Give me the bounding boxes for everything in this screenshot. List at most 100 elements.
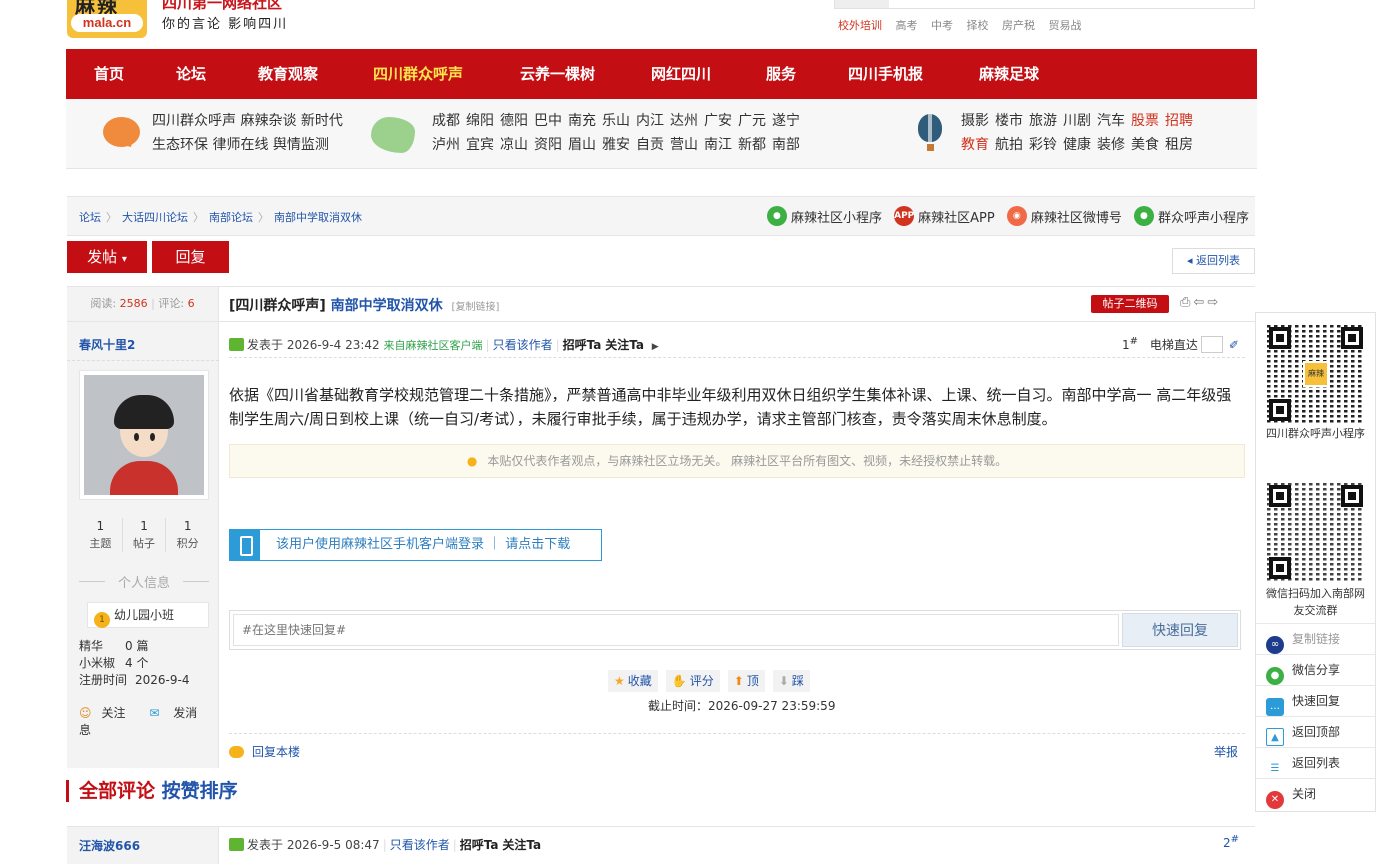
follow-author-link[interactable]: 关注Ta bbox=[502, 838, 541, 852]
city-link[interactable]: 营山 bbox=[670, 137, 698, 153]
new-post-button[interactable]: 发帖 ▾ bbox=[67, 241, 147, 273]
forum-links-row[interactable]: 生态环保 律师在线 舆情监测 bbox=[152, 133, 343, 157]
nav-mobile-news[interactable]: 四川手机报 bbox=[848, 49, 923, 99]
nav-football[interactable]: 麻辣足球 bbox=[979, 49, 1039, 99]
city-link[interactable]: 广元 bbox=[738, 113, 766, 129]
city-link[interactable]: 成都 bbox=[432, 113, 460, 129]
follow-author-link[interactable]: 关注Ta bbox=[605, 338, 644, 352]
hot-link[interactable]: 贸易战 bbox=[1049, 19, 1082, 32]
only-author-link[interactable]: 只看该作者 bbox=[493, 338, 553, 352]
breadcrumb-item[interactable]: 大话四川论坛 bbox=[122, 211, 188, 224]
upvote-button[interactable]: ⬆ 顶 bbox=[727, 670, 765, 692]
city-link[interactable]: 宜宾 bbox=[466, 137, 494, 153]
rail-copy-link[interactable]: ∞ 复制链接 bbox=[1256, 623, 1375, 654]
rail-back-to-top[interactable]: ▲ 返回顶部 bbox=[1256, 716, 1375, 747]
nav-forum[interactable]: 论坛 bbox=[176, 49, 206, 99]
downvote-button[interactable]: ⬇ 踩 bbox=[772, 670, 810, 692]
life-link[interactable]: 装修 bbox=[1097, 137, 1125, 153]
floor-jump-input[interactable] bbox=[1200, 336, 1223, 353]
print-icon[interactable]: ⎙ bbox=[1180, 295, 1193, 310]
nav-public-voice[interactable]: 四川群众呼声 bbox=[373, 49, 463, 99]
life-link[interactable]: 教育 bbox=[961, 137, 989, 153]
life-link[interactable]: 租房 bbox=[1165, 137, 1193, 153]
city-link[interactable]: 南部 bbox=[772, 137, 800, 153]
thread-qr-button[interactable]: 帖子二维码 bbox=[1091, 295, 1169, 313]
hot-link[interactable]: 高考 bbox=[896, 19, 918, 32]
comment-author-name[interactable]: 汪海波666 bbox=[79, 837, 140, 854]
site-logo[interactable]: 麻辣 mala.cn bbox=[67, 0, 147, 38]
weibo-link[interactable]: ◉ 麻辣社区微博号 bbox=[1006, 206, 1122, 226]
rail-back-to-list[interactable]: ☰ 返回列表 bbox=[1256, 747, 1375, 778]
thread-tag[interactable]: [四川群众呼声] bbox=[229, 298, 326, 314]
only-author-link[interactable]: 只看该作者 bbox=[390, 838, 450, 852]
hot-link[interactable]: 房产税 bbox=[1002, 19, 1035, 32]
city-link[interactable]: 达州 bbox=[670, 113, 698, 129]
city-link[interactable]: 自贡 bbox=[636, 137, 664, 153]
voice-mini-link[interactable]: ● 群众呼声小程序 bbox=[1133, 206, 1249, 226]
nav-home[interactable]: 首页 bbox=[94, 49, 124, 99]
app-link[interactable]: APP 麻辣社区APP bbox=[894, 206, 995, 226]
city-link[interactable]: 广安 bbox=[704, 113, 732, 129]
prev-thread-icon[interactable]: ⇦ bbox=[1193, 295, 1207, 310]
favorite-button[interactable]: ★ 收藏 bbox=[608, 670, 658, 692]
life-link[interactable]: 航拍 bbox=[995, 137, 1023, 153]
life-link[interactable]: 楼市 bbox=[995, 113, 1023, 129]
reply-floor-link[interactable]: 回复本楼 bbox=[229, 743, 300, 760]
nav-tree[interactable]: 云养一棵树 bbox=[520, 49, 595, 99]
reply-button[interactable]: 回复 bbox=[152, 241, 229, 273]
greet-link[interactable]: 招呼Ta bbox=[460, 838, 499, 852]
sort-by-likes-tab[interactable]: 按赞排序 bbox=[162, 780, 238, 802]
city-link[interactable]: 遂宁 bbox=[772, 113, 800, 129]
life-link[interactable]: 旅游 bbox=[1029, 113, 1057, 129]
life-link[interactable]: 股票 bbox=[1131, 113, 1159, 129]
city-link[interactable]: 内江 bbox=[636, 113, 664, 129]
life-link[interactable]: 健康 bbox=[1063, 137, 1091, 153]
copy-link[interactable]: [复制链接] bbox=[452, 302, 500, 313]
rate-button[interactable]: ✋ 评分 bbox=[665, 670, 720, 692]
search-dropdown[interactable] bbox=[835, 0, 889, 8]
mini-program-link[interactable]: ● 麻辣社区小程序 bbox=[766, 206, 882, 226]
city-link[interactable]: 南充 bbox=[568, 113, 596, 129]
app-download-banner[interactable]: 该用户使用麻辣社区手机客户端登录 ｜ 请点击下载 bbox=[229, 529, 602, 561]
author-name[interactable]: 春风十里2 bbox=[79, 336, 135, 353]
city-link[interactable]: 泸州 bbox=[432, 137, 460, 153]
post-count[interactable]: 1 帖子 bbox=[123, 518, 167, 552]
hot-link[interactable]: 校外培训 bbox=[838, 19, 882, 32]
life-link[interactable]: 美食 bbox=[1131, 137, 1159, 153]
city-link[interactable]: 凉山 bbox=[500, 137, 528, 153]
life-link[interactable]: 摄影 bbox=[961, 113, 989, 129]
city-link[interactable]: 眉山 bbox=[568, 137, 596, 153]
city-link[interactable]: 巴中 bbox=[534, 113, 562, 129]
city-link[interactable]: 资阳 bbox=[534, 137, 562, 153]
nav-education[interactable]: 教育观察 bbox=[258, 49, 318, 99]
back-to-list-button[interactable]: ◂ 返回列表 bbox=[1172, 248, 1255, 274]
life-link[interactable]: 川剧 bbox=[1063, 113, 1091, 129]
report-link[interactable]: 举报 bbox=[1214, 743, 1238, 760]
city-link[interactable]: 雅安 bbox=[602, 137, 630, 153]
life-link[interactable]: 招聘 bbox=[1165, 113, 1193, 129]
life-link[interactable]: 汽车 bbox=[1097, 113, 1125, 129]
all-comments-tab[interactable]: 全部评论 bbox=[79, 780, 155, 802]
rail-quick-reply[interactable]: … 快速回复 bbox=[1256, 685, 1375, 716]
city-link[interactable]: 绵阳 bbox=[466, 113, 494, 129]
caret-right-icon[interactable]: ▶ bbox=[652, 342, 659, 352]
breadcrumb-item[interactable]: 南部论坛 bbox=[209, 211, 253, 224]
city-link[interactable]: 新都 bbox=[738, 137, 766, 153]
search-box[interactable] bbox=[834, 0, 1255, 9]
quick-reply-input[interactable] bbox=[233, 614, 1119, 646]
topic-count[interactable]: 1 主题 bbox=[79, 518, 123, 552]
breadcrumb-item[interactable]: 论坛 bbox=[79, 211, 101, 224]
forum-links-row[interactable]: 四川群众呼声 麻辣杂谈 新时代 bbox=[152, 109, 343, 133]
follow-button[interactable]: ☺ 关注 bbox=[79, 706, 136, 720]
city-link[interactable]: 德阳 bbox=[500, 113, 528, 129]
nav-influencer[interactable]: 网红四川 bbox=[651, 49, 711, 99]
city-link[interactable]: 南江 bbox=[704, 137, 732, 153]
client-link[interactable]: 来自麻辣社区客户端 bbox=[384, 339, 483, 352]
quick-reply-button[interactable]: 快速回复 bbox=[1122, 613, 1238, 647]
rail-close[interactable]: ✕ 关闭 bbox=[1256, 778, 1375, 809]
city-link[interactable]: 乐山 bbox=[602, 113, 630, 129]
go-floor-icon[interactable]: ✐ bbox=[1229, 338, 1239, 352]
points-count[interactable]: 1 积分 bbox=[166, 518, 209, 552]
next-thread-icon[interactable]: ⇨ bbox=[1207, 295, 1221, 310]
avatar[interactable] bbox=[79, 370, 209, 500]
